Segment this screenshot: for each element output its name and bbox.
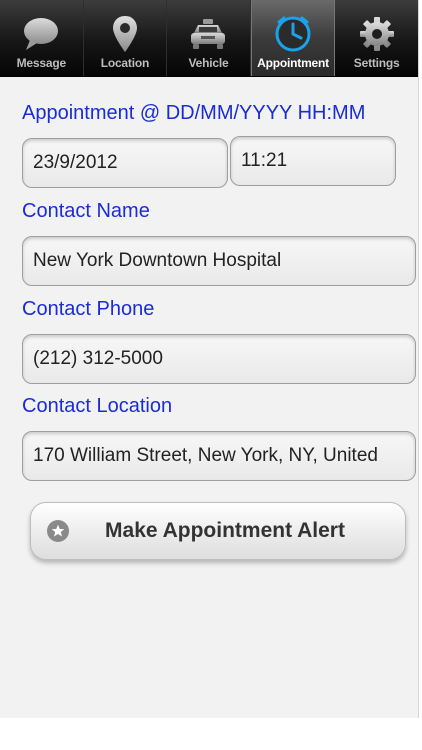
tab-appointment[interactable]: Appointment <box>250 0 336 76</box>
contact-name-label: Contact Name <box>22 200 150 222</box>
tab-message[interactable]: Message <box>0 0 84 76</box>
contact-phone-field[interactable]: (212) 312-5000 <box>22 334 416 384</box>
contact-location-field[interactable]: 170 William Street, New York, NY, United <box>22 431 416 481</box>
star-icon <box>47 520 69 542</box>
speech-bubble-icon <box>21 12 61 56</box>
time-field[interactable]: 11:21 <box>230 136 396 186</box>
tab-vehicle-label: Vehicle <box>188 56 229 70</box>
app-screen: Message Location Vehicle Appointment Set… <box>0 0 419 718</box>
date-field[interactable]: 23/9/2012 <box>22 138 228 188</box>
tab-bar: Message Location Vehicle Appointment Set… <box>0 0 418 77</box>
tab-settings-label: Settings <box>353 56 400 70</box>
map-pin-icon <box>111 12 139 56</box>
tab-location-label: Location <box>100 56 150 70</box>
tab-vehicle[interactable]: Vehicle <box>167 0 251 76</box>
tab-appointment-label: Appointment <box>257 56 329 70</box>
clock-icon <box>274 12 312 56</box>
tab-settings[interactable]: Settings <box>335 0 418 76</box>
contact-phone-label: Contact Phone <box>22 298 155 320</box>
tab-location[interactable]: Location <box>84 0 168 76</box>
make-appointment-alert-label: Make Appointment Alert <box>105 519 345 542</box>
tab-message-label: Message <box>16 56 66 70</box>
make-appointment-alert-button[interactable]: Make Appointment Alert <box>30 502 406 560</box>
appointment-label: Appointment @ DD/MM/YYYY HH:MM <box>22 102 366 124</box>
contact-location-label: Contact Location <box>22 395 173 417</box>
contact-name-field[interactable]: New York Downtown Hospital <box>22 236 416 286</box>
taxi-car-icon <box>188 12 228 56</box>
gear-icon <box>359 12 395 56</box>
